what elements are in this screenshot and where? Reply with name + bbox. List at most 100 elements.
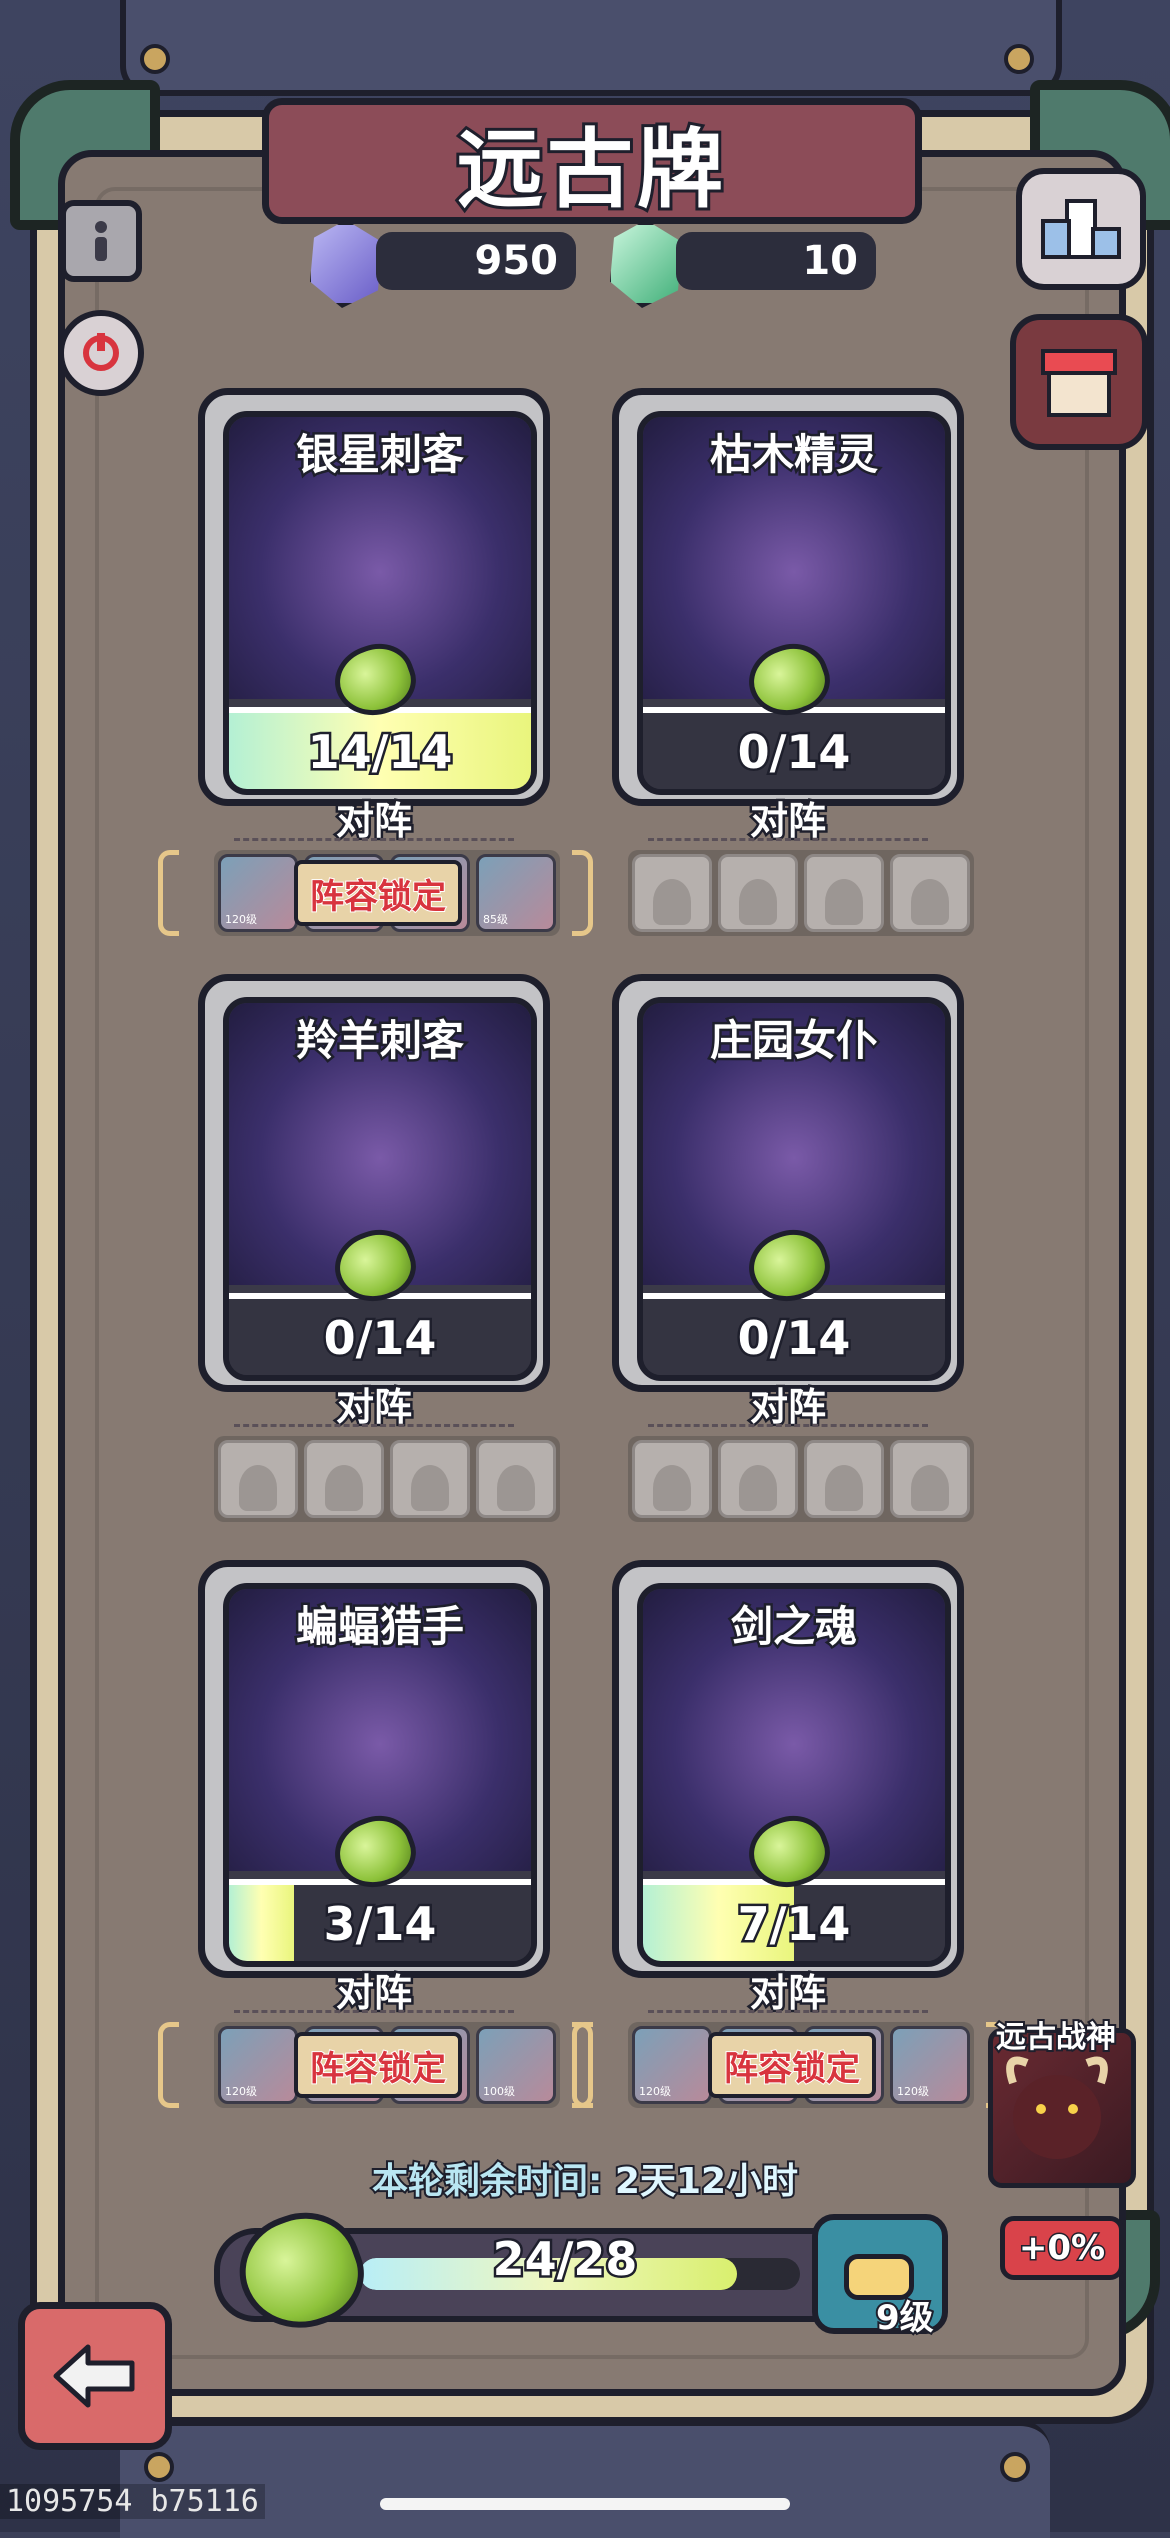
card-face: 剑之魂 7/14 bbox=[637, 1583, 951, 1967]
hero-slot[interactable]: 120级 bbox=[632, 2026, 712, 2104]
podium-icon bbox=[1041, 199, 1121, 259]
slot-level: 120级 bbox=[639, 2085, 671, 2098]
team-slots[interactable] bbox=[628, 850, 974, 936]
title-banner: 远古牌 bbox=[262, 98, 922, 224]
hero-slot[interactable]: 85级 bbox=[476, 854, 556, 932]
team-label: 对阵 bbox=[747, 1969, 828, 2018]
divider bbox=[234, 2010, 514, 2013]
boss-name: 远古战神 bbox=[994, 2018, 1118, 2057]
card-count: 0/14 bbox=[321, 1309, 439, 1368]
card-count: 14/14 bbox=[305, 723, 455, 782]
top-frame-bar bbox=[120, 0, 1062, 96]
bracket-left bbox=[158, 850, 179, 936]
bottom-frame-bar bbox=[120, 2420, 1050, 2538]
team-lock-badge: 阵容锁定 bbox=[294, 2032, 462, 2098]
info-icon bbox=[95, 221, 107, 261]
card-face: 银星刺客 14/14 bbox=[223, 411, 537, 795]
card-progress-bar: 3/14 bbox=[229, 1879, 531, 1961]
card-name: 庄园女仆 bbox=[707, 1014, 880, 1068]
empty-slot[interactable] bbox=[804, 854, 884, 932]
card-name: 银星刺客 bbox=[293, 428, 466, 482]
divider bbox=[234, 1424, 514, 1427]
empty-slot[interactable] bbox=[718, 1440, 798, 1518]
hero-card[interactable]: 羚羊刺客 0/14 bbox=[198, 974, 550, 1392]
empty-slot[interactable] bbox=[718, 854, 798, 932]
empty-slot[interactable] bbox=[804, 1440, 884, 1518]
info-button[interactable] bbox=[60, 200, 142, 282]
rivet bbox=[1004, 44, 1034, 74]
card-count: 0/14 bbox=[735, 1309, 853, 1368]
card-count: 3/14 bbox=[321, 1895, 439, 1954]
home-indicator[interactable] bbox=[380, 2498, 790, 2510]
team-label: 对阵 bbox=[333, 1969, 414, 2018]
page-title: 远古牌 bbox=[454, 117, 727, 223]
empty-slot[interactable] bbox=[632, 1440, 712, 1518]
slot-level: 120级 bbox=[225, 2085, 257, 2098]
card-name: 羚羊刺客 bbox=[293, 1014, 466, 1068]
timer-value: 2天12小时 bbox=[613, 2159, 800, 2204]
card-name: 剑之魂 bbox=[728, 1600, 859, 1654]
divider bbox=[648, 2010, 928, 2013]
card-name: 蝙蝠猎手 bbox=[293, 1600, 466, 1654]
rivet bbox=[1000, 2452, 1030, 2482]
hero-card[interactable]: 银星刺客 14/14 bbox=[198, 388, 550, 806]
card-face: 蝙蝠猎手 3/14 bbox=[223, 1583, 537, 1967]
card-progress-bar: 7/14 bbox=[643, 1879, 945, 1961]
card-progress-bar: 0/14 bbox=[643, 707, 945, 789]
card-name: 枯木精灵 bbox=[707, 428, 880, 482]
empty-slot[interactable] bbox=[304, 1440, 384, 1518]
card-count: 0/14 bbox=[735, 723, 853, 782]
team-label: 对阵 bbox=[333, 1383, 414, 1432]
team-lock-badge: 阵容锁定 bbox=[708, 2032, 876, 2098]
refresh-button[interactable] bbox=[58, 310, 144, 396]
hero-card[interactable]: 剑之魂 7/14 bbox=[612, 1560, 964, 1978]
shop-button[interactable] bbox=[1010, 314, 1148, 450]
empty-slot[interactable] bbox=[218, 1440, 298, 1518]
slot-level: 120级 bbox=[897, 2085, 929, 2098]
ranking-button[interactable] bbox=[1016, 168, 1146, 290]
bracket-left bbox=[572, 2022, 593, 2108]
back-button[interactable] bbox=[18, 2302, 172, 2450]
bracket-left bbox=[158, 2022, 179, 2108]
card-face: 庄园女仆 0/14 bbox=[637, 997, 951, 1381]
team-slots[interactable] bbox=[214, 1436, 560, 1522]
watermark-text: 1095754 b75116 bbox=[0, 2484, 265, 2519]
card-progress-bar: 14/14 bbox=[229, 707, 531, 789]
hero-card[interactable]: 枯木精灵 0/14 bbox=[612, 388, 964, 806]
card-progress-bar: 0/14 bbox=[643, 1293, 945, 1375]
team-label: 对阵 bbox=[747, 1383, 828, 1432]
empty-slot[interactable] bbox=[632, 854, 712, 932]
team-slots[interactable] bbox=[628, 1436, 974, 1522]
hero-slot[interactable]: 100级 bbox=[476, 2026, 556, 2104]
shop-icon bbox=[1041, 349, 1117, 417]
divider bbox=[648, 1424, 928, 1427]
empty-slot[interactable] bbox=[476, 1440, 556, 1518]
empty-slot[interactable] bbox=[390, 1440, 470, 1518]
team-label: 对阵 bbox=[333, 797, 414, 846]
back-arrow-icon bbox=[53, 2344, 135, 2408]
chest-level: 9级 bbox=[874, 2296, 936, 2340]
slot-level: 85级 bbox=[483, 913, 508, 926]
currency-value: 10 bbox=[802, 238, 858, 284]
empty-slot[interactable] bbox=[890, 854, 970, 932]
card-face: 羚羊刺客 0/14 bbox=[223, 997, 537, 1381]
team-label: 对阵 bbox=[747, 797, 828, 846]
refresh-icon bbox=[83, 333, 119, 371]
empty-slot[interactable] bbox=[890, 1440, 970, 1518]
slot-level: 100级 bbox=[483, 2085, 515, 2098]
rivet bbox=[144, 2452, 174, 2482]
slot-level: 120级 bbox=[225, 913, 257, 926]
card-face: 枯木精灵 0/14 bbox=[637, 411, 951, 795]
hero-card[interactable]: 蝙蝠猎手 3/14 bbox=[198, 1560, 550, 1978]
hero-slot[interactable]: 120级 bbox=[218, 2026, 298, 2104]
team-lock-badge: 阵容锁定 bbox=[294, 860, 462, 926]
hero-slot[interactable]: 120级 bbox=[218, 854, 298, 932]
currency-purple: 950 bbox=[376, 232, 576, 290]
divider bbox=[648, 838, 928, 841]
timer-label: 本轮剩余时间: bbox=[370, 2159, 604, 2204]
hero-slot[interactable]: 120级 bbox=[890, 2026, 970, 2104]
bonus-badge: +0% bbox=[1000, 2216, 1124, 2280]
hero-card[interactable]: 庄园女仆 0/14 bbox=[612, 974, 964, 1392]
divider bbox=[234, 838, 514, 841]
card-count: 7/14 bbox=[735, 1895, 853, 1954]
